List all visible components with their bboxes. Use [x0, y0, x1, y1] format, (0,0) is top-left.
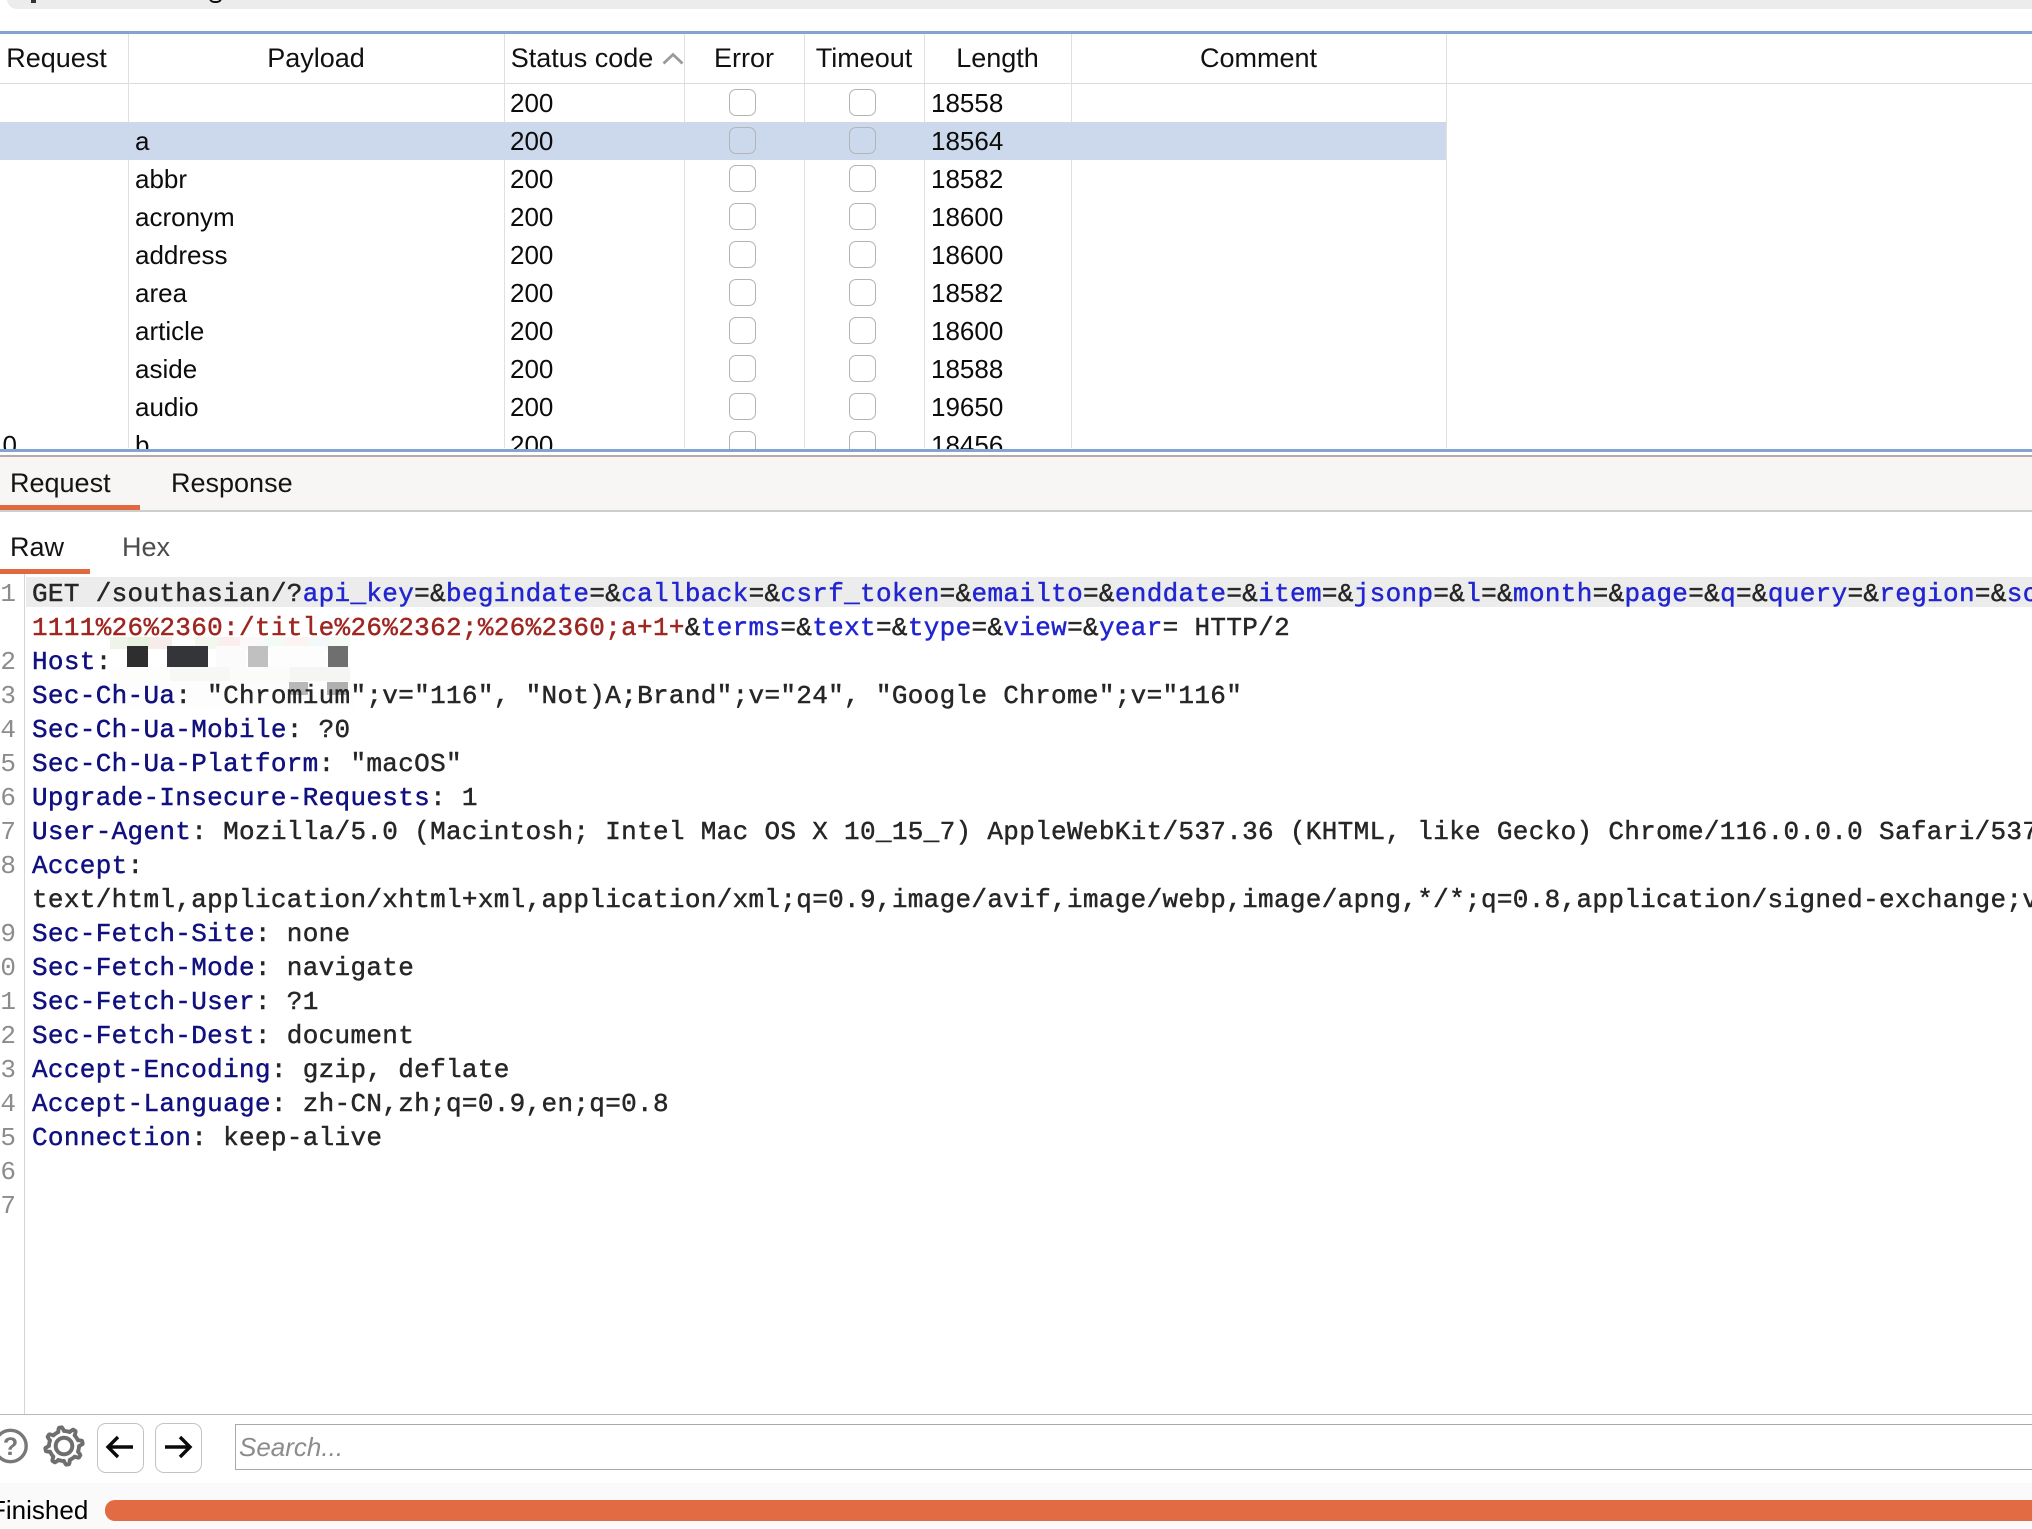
svg-text:?: ? — [3, 1433, 18, 1461]
